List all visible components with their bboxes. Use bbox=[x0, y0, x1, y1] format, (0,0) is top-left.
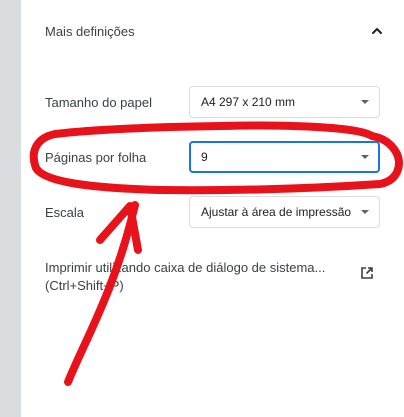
more-settings-header[interactable]: Mais definições bbox=[45, 16, 385, 46]
pages-per-sheet-select[interactable]: 9 bbox=[189, 141, 380, 173]
scale-value: Ajustar à área de impressão bbox=[201, 205, 352, 219]
dropdown-arrow-icon bbox=[361, 100, 369, 104]
paper-size-select[interactable]: A4 297 x 210 mm bbox=[189, 86, 380, 118]
pages-per-sheet-value: 9 bbox=[201, 150, 208, 164]
scale-select[interactable]: Ajustar à área de impressão bbox=[189, 196, 380, 228]
paper-size-label: Tamanho do papel bbox=[45, 95, 152, 110]
more-settings-title: Mais definições bbox=[45, 23, 135, 39]
paper-size-value: A4 297 x 210 mm bbox=[201, 95, 296, 109]
pages-per-sheet-label: Páginas por folha bbox=[45, 150, 147, 165]
chevron-up-icon[interactable] bbox=[369, 23, 385, 39]
scale-label: Escala bbox=[45, 205, 85, 220]
open-in-new-icon[interactable] bbox=[360, 266, 374, 280]
dropdown-arrow-icon bbox=[361, 210, 369, 214]
left-rail bbox=[0, 0, 21, 417]
print-settings-panel: Mais definições Tamanho do papel A4 297 … bbox=[21, 0, 404, 417]
dropdown-arrow-icon bbox=[361, 155, 369, 159]
system-dialog-link[interactable]: Imprimir utilizando caixa de diálogo de … bbox=[45, 259, 357, 295]
